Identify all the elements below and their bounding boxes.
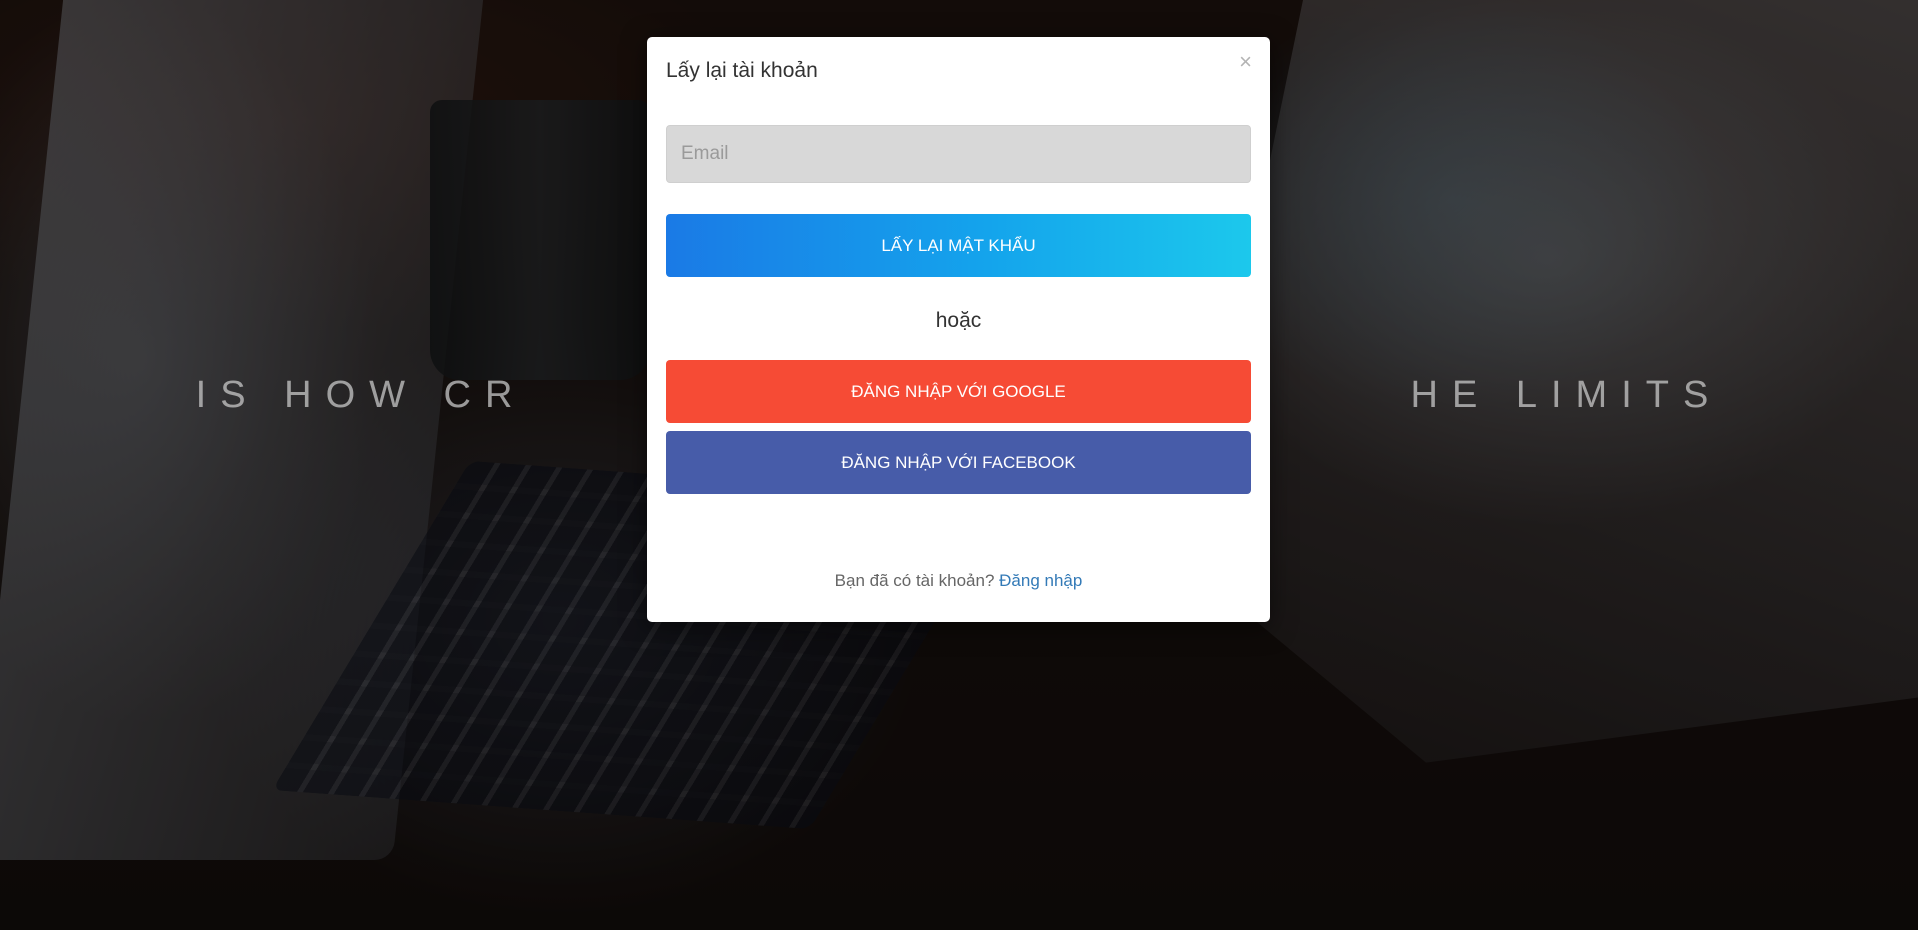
modal-title: Lấy lại tài khoản [666, 59, 818, 82]
google-login-button[interactable]: ĐĂNG NHẬP VỚI GOOGLE [666, 360, 1251, 423]
email-field[interactable] [666, 125, 1251, 183]
login-link[interactable]: Đăng nhập [999, 571, 1082, 590]
recover-account-modal: Lấy lại tài khoản × LẤY LẠI MẬT KHẨU hoặ… [647, 37, 1270, 622]
close-icon[interactable]: × [1239, 51, 1252, 73]
login-prompt: Bạn đã có tài khoản? Đăng nhập [647, 571, 1270, 591]
page: IS HOW CR HE LIMITS Lấy lại tài khoản × … [0, 0, 1918, 930]
facebook-login-button[interactable]: ĐĂNG NHẬP VỚI FACEBOOK [666, 431, 1251, 494]
login-prompt-text: Bạn đã có tài khoản? [834, 571, 995, 590]
or-divider-text: hoặc [935, 309, 982, 332]
recover-password-button[interactable]: LẤY LẠI MẬT KHẨU [666, 214, 1251, 277]
